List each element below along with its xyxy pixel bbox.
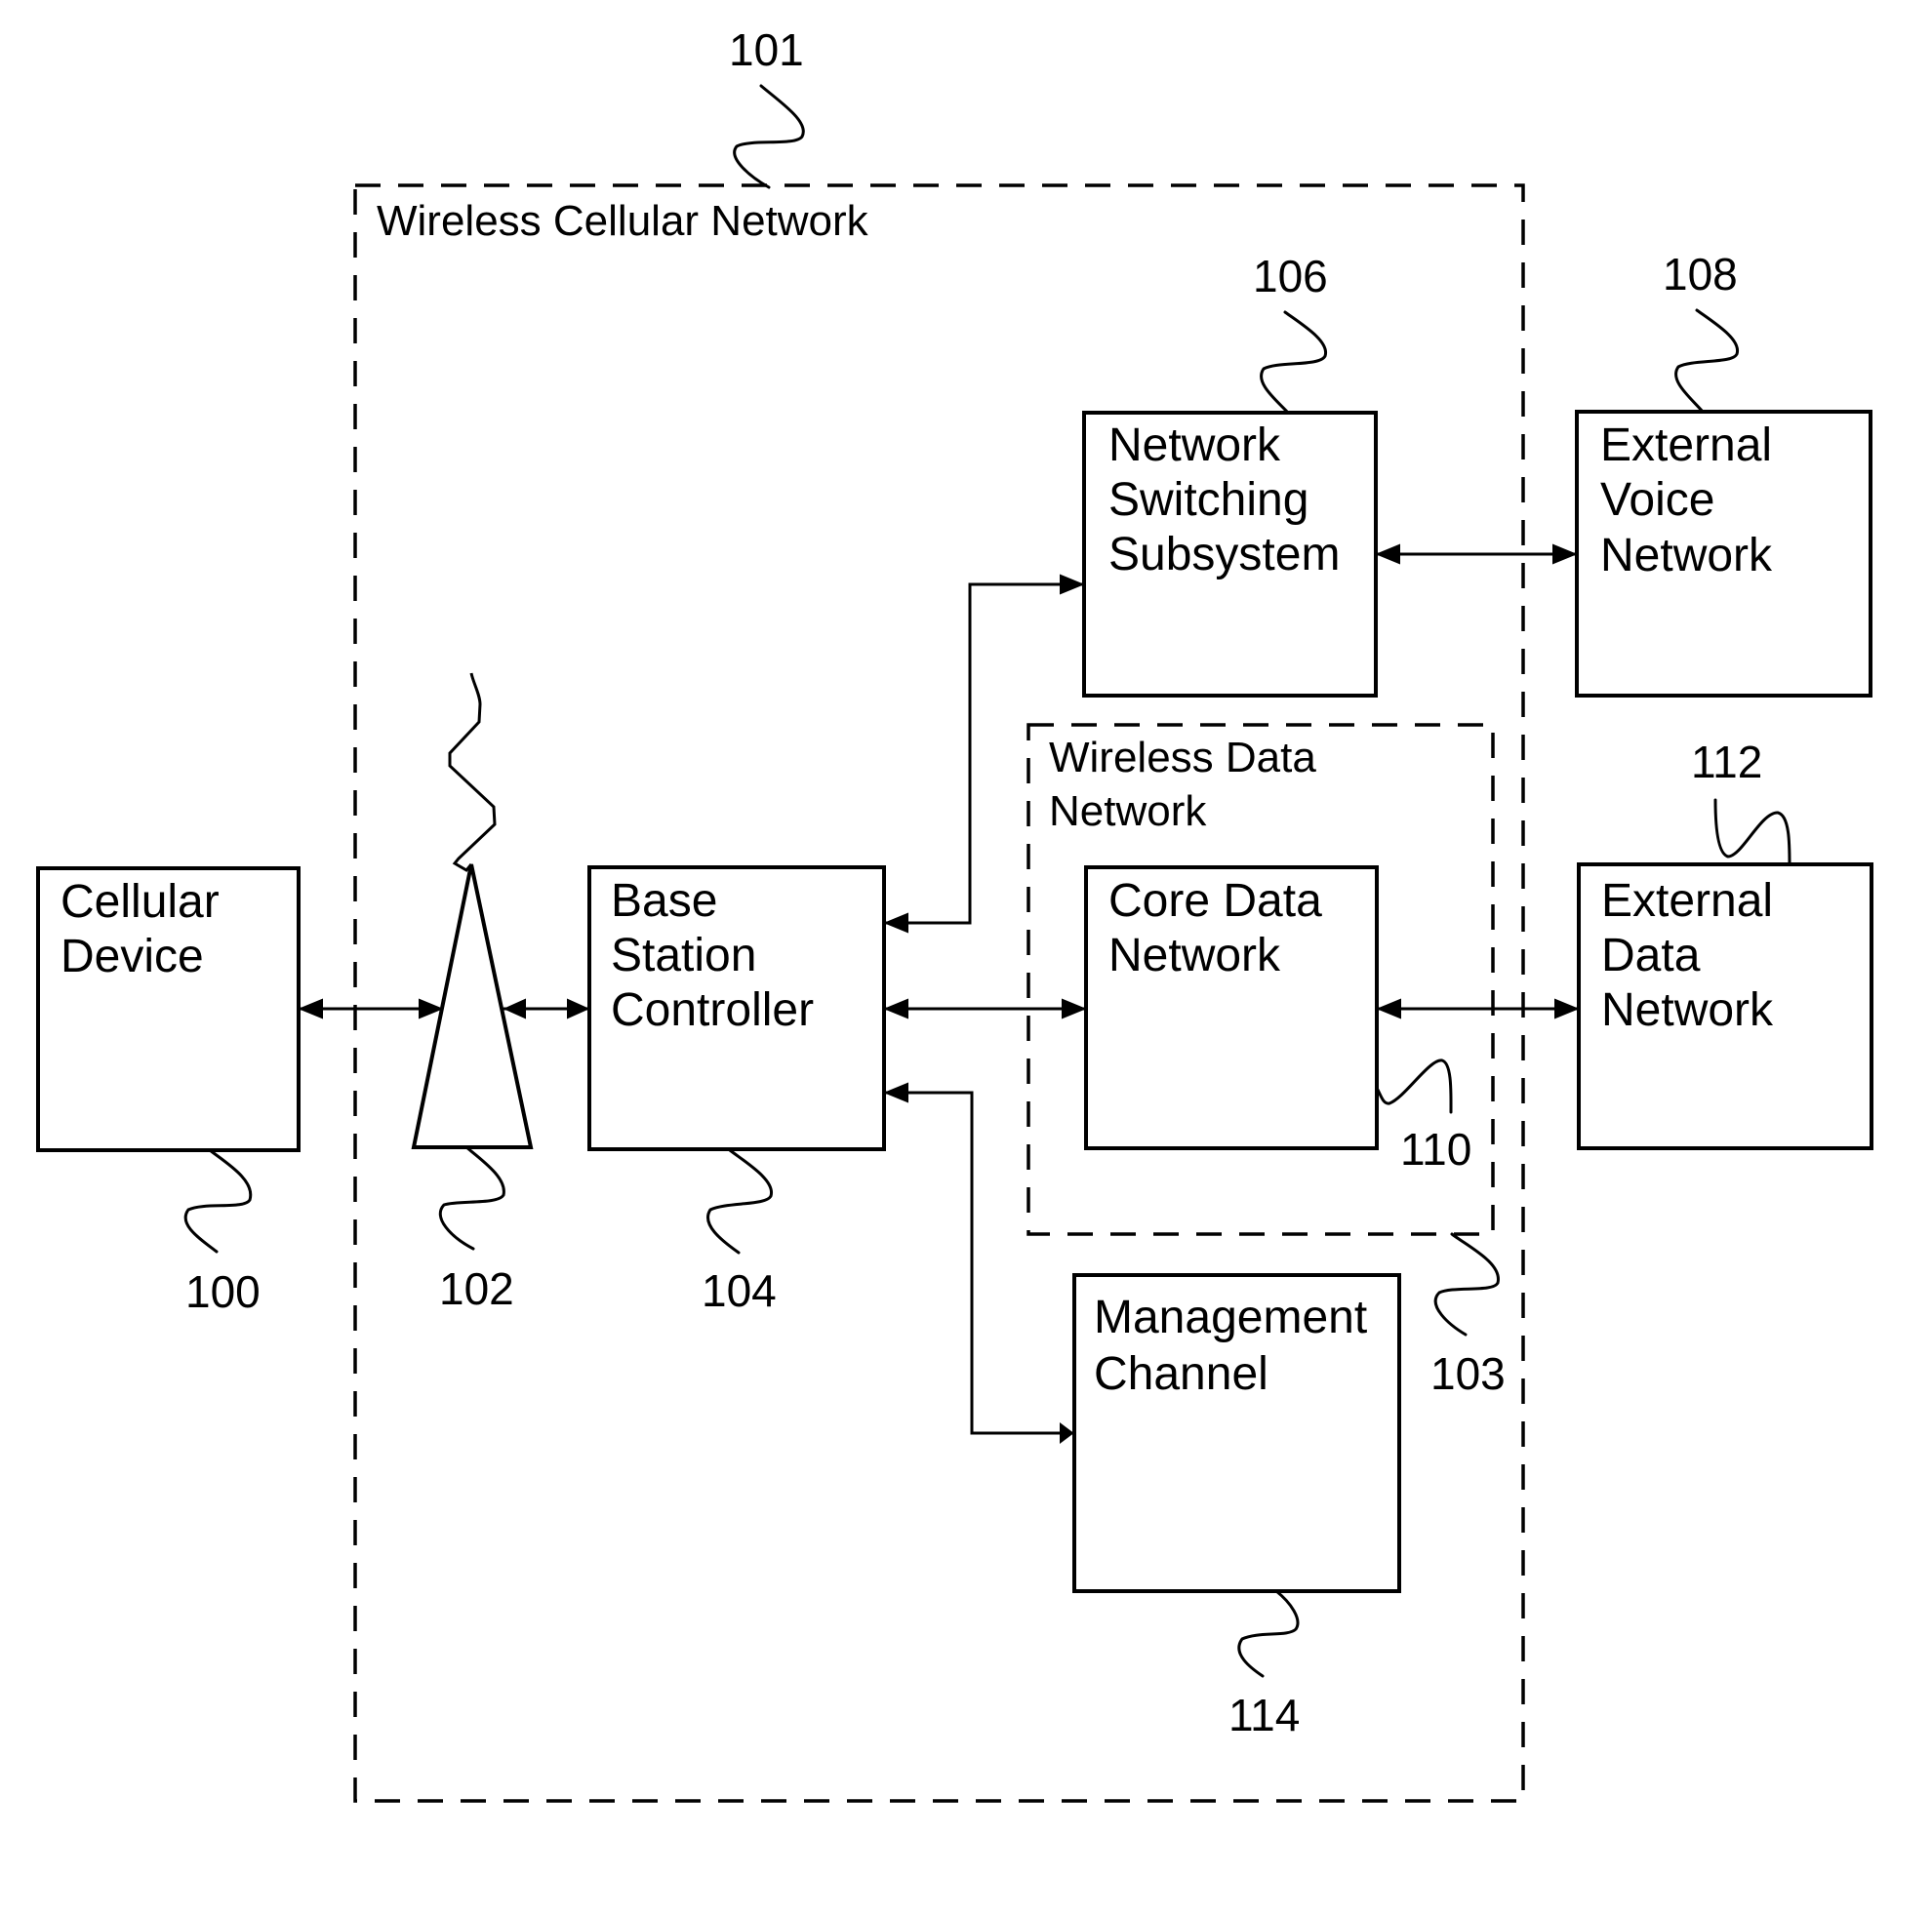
network-switching-subsystem-block[interactable]: Network Switching Subsystem 106 — [1082, 251, 1378, 698]
base-station-controller-label-line1: Base — [611, 875, 717, 927]
arrowhead-right-icon — [1060, 1422, 1074, 1444]
arrowhead-left-icon — [298, 998, 323, 1019]
management-channel-label-line1: Management — [1094, 1292, 1367, 1343]
network-switching-subsystem-label-line3: Subsystem — [1108, 529, 1340, 580]
ref-leader-100 — [183, 1148, 253, 1254]
base-station-controller-label-line3: Controller — [611, 984, 814, 1036]
arrowhead-left-icon — [1376, 998, 1401, 1019]
ref-leader-103 — [1433, 1232, 1500, 1337]
wireless-cellular-network-label: Wireless Cellular Network — [377, 197, 869, 245]
external-voice-network-label-line1: External — [1600, 419, 1772, 471]
arrowhead-right-icon — [1062, 998, 1087, 1019]
core-data-network-block[interactable]: Core Data Network 110 — [1084, 865, 1471, 1175]
radio-wave-icon — [448, 672, 497, 872]
external-voice-network-label-line3: Network — [1600, 530, 1773, 581]
arrowhead-right-icon — [1060, 574, 1085, 595]
core-data-network-label-line2: Network — [1108, 930, 1281, 981]
ref-114: 114 — [1228, 1690, 1300, 1740]
ref-leader-102 — [438, 1145, 505, 1251]
network-diagram: Wireless Cellular Network 101 Wireless D… — [36, 24, 1873, 1803]
core-data-network-label-line1: Core Data — [1108, 875, 1322, 927]
ref-leader-106 — [1260, 310, 1327, 415]
ref-104: 104 — [702, 1265, 777, 1316]
base-station-controller-label-line2: Station — [611, 930, 756, 981]
arrowhead-left-icon — [1375, 543, 1400, 565]
connection-antenna-bsc — [503, 998, 590, 1019]
ref-100: 100 — [185, 1266, 261, 1317]
arrowhead-right-icon — [1554, 998, 1580, 1019]
connector-line — [884, 1091, 1074, 1435]
arrowhead-left-icon — [883, 1082, 908, 1103]
arrowhead-right-icon — [419, 998, 444, 1019]
cellular-device-label-line1: Cellular — [60, 876, 220, 928]
base-station-controller-block[interactable]: Base Station Controller 104 — [587, 865, 886, 1316]
external-voice-network-block[interactable]: External Voice Network 108 — [1575, 249, 1872, 698]
connection-bsc-core-data — [883, 998, 1087, 1019]
external-data-network-block[interactable]: External Data Network 112 — [1577, 737, 1873, 1150]
ref-leader-104 — [706, 1148, 773, 1255]
arrowhead-left-icon — [883, 912, 908, 934]
connection-nss-external-voice — [1375, 543, 1578, 565]
arrowhead-right-icon — [1552, 543, 1578, 565]
external-data-network-label-line1: External — [1601, 875, 1773, 927]
ref-101: 101 — [729, 24, 804, 75]
network-switching-subsystem-label-line1: Network — [1108, 419, 1281, 471]
ref-leader-101 — [733, 84, 805, 189]
ref-103: 103 — [1430, 1348, 1506, 1399]
wireless-data-network-label-line2: Network — [1049, 787, 1207, 835]
ref-102: 102 — [439, 1263, 514, 1314]
external-data-network-label-line3: Network — [1601, 984, 1774, 1036]
ref-leader-110 — [1376, 1058, 1453, 1114]
cellular-device-label-line2: Device — [60, 931, 204, 982]
ref-leader-108 — [1674, 308, 1739, 414]
arrowhead-right-icon — [567, 998, 590, 1019]
connection-device-antenna — [298, 998, 444, 1019]
connection-core-external-data — [1376, 998, 1580, 1019]
ref-leader-112 — [1713, 798, 1791, 866]
management-channel-block[interactable]: Management Channel 114 — [1072, 1273, 1401, 1740]
antenna-block[interactable]: 102 — [411, 672, 534, 1314]
ref-leader-114 — [1237, 1589, 1300, 1678]
management-channel-label-line2: Channel — [1094, 1348, 1268, 1400]
connection-bsc-management — [883, 1082, 1074, 1444]
wireless-data-network-label-line1: Wireless Data — [1049, 734, 1316, 781]
arrowhead-left-icon — [883, 998, 908, 1019]
network-switching-subsystem-label-line2: Switching — [1108, 474, 1308, 526]
external-voice-network-label-line2: Voice — [1600, 474, 1714, 526]
external-data-network-label-line2: Data — [1601, 930, 1701, 981]
arrowhead-left-icon — [503, 998, 526, 1019]
ref-106: 106 — [1253, 251, 1328, 301]
cellular-device-block[interactable]: Cellular Device 100 — [36, 866, 301, 1317]
wireless-cellular-network-boundary — [353, 183, 1525, 1803]
ref-112: 112 — [1691, 737, 1762, 787]
ref-110: 110 — [1400, 1124, 1471, 1175]
ref-108: 108 — [1663, 249, 1738, 300]
wireless-cellular-network-group: Wireless Cellular Network 101 — [353, 24, 1525, 1803]
